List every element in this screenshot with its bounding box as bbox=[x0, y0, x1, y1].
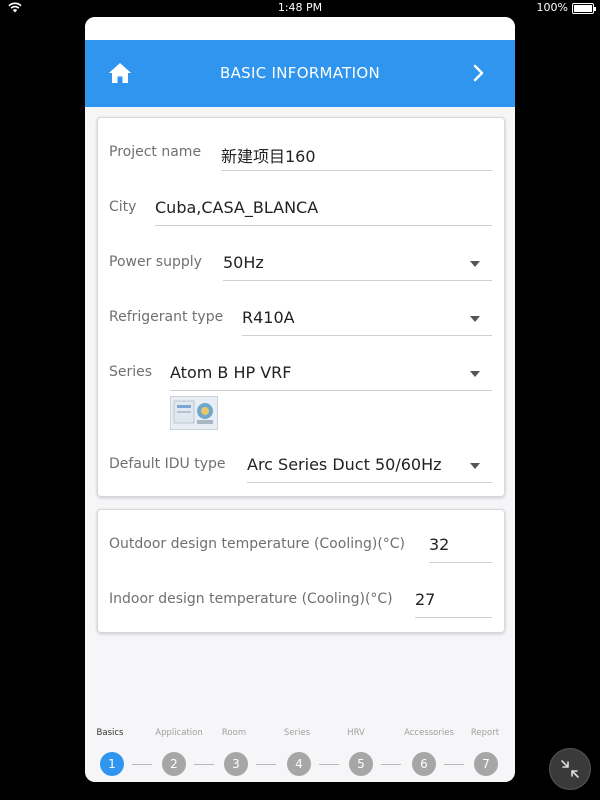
default-idu-select[interactable]: Arc Series Duct 50/60Hz bbox=[247, 448, 492, 483]
series-row: Series Atom B HP VRF bbox=[98, 352, 504, 392]
step-label-room[interactable]: Room bbox=[204, 728, 264, 738]
status-time: 1:48 PM bbox=[277, 1, 323, 14]
status-bar: 1:48 PM 100% bbox=[0, 0, 600, 16]
step-3[interactable]: 3 bbox=[224, 752, 248, 776]
step-6[interactable]: 6 bbox=[412, 752, 436, 776]
collapse-arrows-icon bbox=[561, 760, 579, 778]
chevron-right-icon[interactable] bbox=[471, 62, 487, 84]
city-input[interactable]: Cuba,CASA_BLANCA bbox=[155, 191, 492, 226]
outdoor-temp-row: Outdoor design temperature (Cooling)(°C)… bbox=[98, 524, 504, 564]
product-thumbnail-icon bbox=[173, 400, 213, 424]
refrigerant-label: Refrigerant type bbox=[109, 309, 224, 325]
city-label: City bbox=[109, 199, 137, 215]
dropdown-caret-icon bbox=[470, 261, 480, 267]
project-name-label: Project name bbox=[109, 144, 202, 160]
design-temperature-card: Outdoor design temperature (Cooling)(°C)… bbox=[97, 509, 505, 633]
step-2[interactable]: 2 bbox=[162, 752, 186, 776]
city-value: Cuba,CASA_BLANCA bbox=[155, 198, 319, 217]
default-idu-label: Default IDU type bbox=[109, 456, 226, 472]
step-connector bbox=[132, 764, 152, 765]
step-navigation: Basics Application Room Series HRV Acces… bbox=[85, 722, 515, 782]
outdoor-temp-input[interactable]: 32 bbox=[429, 528, 492, 563]
dropdown-caret-icon bbox=[470, 316, 480, 322]
step-label-series[interactable]: Series bbox=[267, 728, 327, 738]
page-title: BASIC INFORMATION bbox=[220, 64, 380, 82]
step-label-accessories[interactable]: Accessories bbox=[399, 728, 459, 738]
outdoor-temp-label: Outdoor design temperature (Cooling)(°C) bbox=[109, 536, 406, 552]
power-supply-value: 50Hz bbox=[223, 253, 264, 272]
step-connector bbox=[319, 764, 339, 765]
default-idu-value: Arc Series Duct 50/60Hz bbox=[247, 455, 442, 474]
sheet-top-bar bbox=[85, 17, 515, 40]
outdoor-temp-value: 32 bbox=[429, 535, 450, 554]
indoor-temp-label: Indoor design temperature (Cooling)(°C) bbox=[109, 591, 393, 607]
battery-percent: 100% bbox=[536, 1, 568, 14]
battery-icon bbox=[572, 3, 596, 14]
step-label-basics[interactable]: Basics bbox=[85, 728, 140, 738]
step-7[interactable]: 7 bbox=[474, 752, 498, 776]
minimize-button[interactable] bbox=[549, 748, 591, 790]
header-bar: BASIC INFORMATION bbox=[85, 40, 515, 107]
step-connector bbox=[194, 764, 214, 765]
refrigerant-row: Refrigerant type R410A bbox=[98, 297, 504, 337]
step-label-application[interactable]: Application bbox=[149, 728, 209, 738]
refrigerant-value: R410A bbox=[242, 308, 295, 327]
step-connector bbox=[381, 764, 401, 765]
power-supply-row: Power supply 50Hz bbox=[98, 242, 504, 282]
indoor-temp-value: 27 bbox=[415, 590, 436, 609]
project-name-input[interactable]: 新建项目160 bbox=[221, 136, 492, 171]
dropdown-caret-icon bbox=[470, 371, 480, 377]
power-supply-select[interactable]: 50Hz bbox=[223, 246, 492, 281]
power-supply-label: Power supply bbox=[109, 254, 202, 270]
project-name-row: Project name 新建项目160 bbox=[98, 132, 504, 172]
step-1[interactable]: 1 bbox=[100, 752, 124, 776]
refrigerant-select[interactable]: R410A bbox=[242, 301, 492, 336]
step-5[interactable]: 5 bbox=[349, 752, 373, 776]
dropdown-caret-icon bbox=[470, 463, 480, 469]
basic-info-card: Project name 新建项目160 City Cuba,CASA_BLAN… bbox=[97, 117, 505, 497]
step-connector bbox=[444, 764, 464, 765]
city-row: City Cuba,CASA_BLANCA bbox=[98, 187, 504, 227]
default-idu-row: Default IDU type Arc Series Duct 50/60Hz bbox=[98, 444, 504, 484]
series-value: Atom B HP VRF bbox=[170, 363, 292, 382]
series-product-image[interactable] bbox=[170, 396, 218, 430]
step-4[interactable]: 4 bbox=[287, 752, 311, 776]
series-select[interactable]: Atom B HP VRF bbox=[170, 356, 492, 391]
app-sheet: BASIC INFORMATION Project name 新建项目160 C… bbox=[85, 17, 515, 782]
step-connector bbox=[256, 764, 276, 765]
indoor-temp-row: Indoor design temperature (Cooling)(°C) … bbox=[98, 579, 504, 619]
step-label-hrv[interactable]: HRV bbox=[326, 728, 386, 738]
project-name-value: 新建项目160 bbox=[221, 147, 316, 166]
step-label-report[interactable]: Report bbox=[455, 728, 515, 738]
series-label: Series bbox=[109, 364, 153, 380]
indoor-temp-input[interactable]: 27 bbox=[415, 583, 492, 618]
